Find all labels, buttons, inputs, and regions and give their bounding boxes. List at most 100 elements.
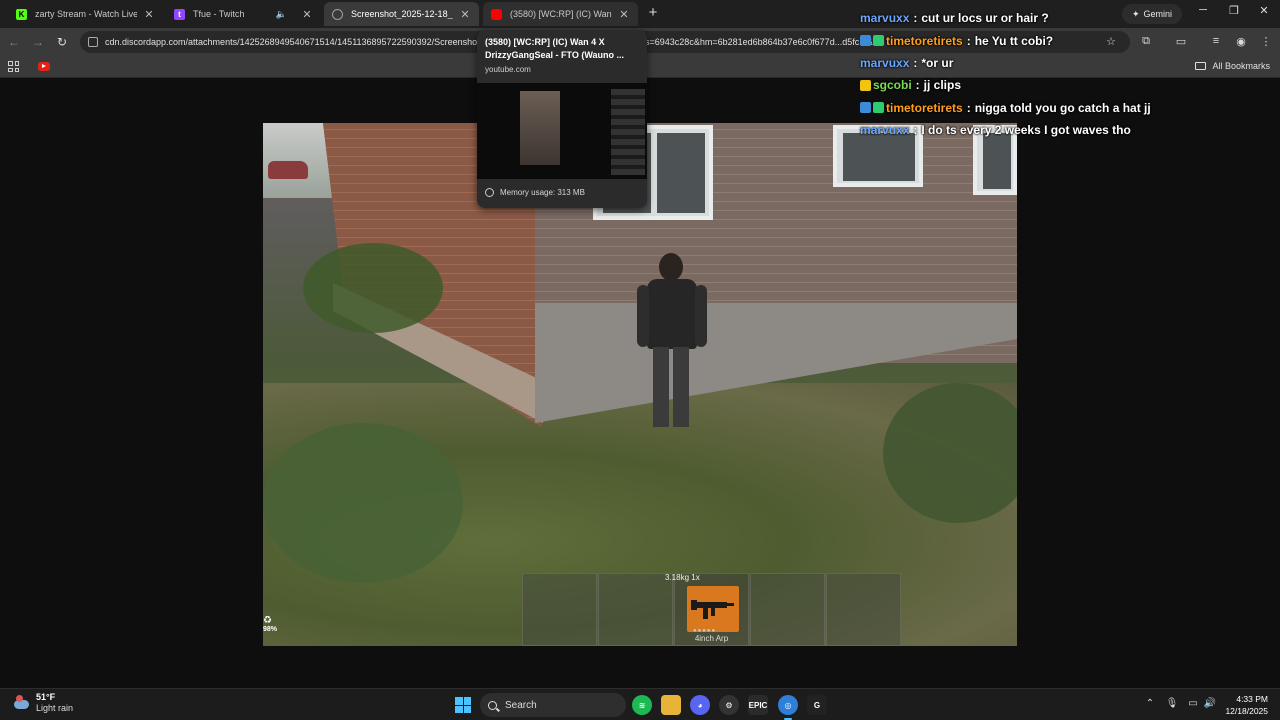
chat-message: marvuxx: *or ur bbox=[860, 52, 1260, 74]
search-label: Search bbox=[505, 699, 537, 711]
parked-car bbox=[268, 161, 308, 179]
chevron-up-icon[interactable]: ⌃ bbox=[1143, 698, 1157, 709]
inventory-slot[interactable] bbox=[750, 573, 825, 646]
chat-badge-icon bbox=[860, 102, 871, 114]
weather-temp: 51°F bbox=[36, 692, 56, 702]
microphone-icon[interactable]: 🎙 bbox=[1165, 698, 1179, 709]
memory-icon bbox=[485, 188, 494, 197]
tab-hover-card: (3580) [WC:RP] (IC) Wan 4 X DrizzyGangSe… bbox=[477, 30, 647, 208]
windows-start-icon[interactable] bbox=[455, 697, 471, 713]
hover-card-title: (3580) [WC:RP] (IC) Wan 4 X DrizzyGangSe… bbox=[485, 37, 625, 60]
site-info-icon[interactable] bbox=[88, 37, 98, 47]
volume-icon[interactable]: 🔊 bbox=[1203, 698, 1217, 709]
chat-text: I do ts every 2 weeks I got waves tho bbox=[921, 123, 1131, 138]
lungs-icon: ♻ bbox=[263, 615, 272, 626]
clock-time: 4:33 PM bbox=[1236, 694, 1268, 704]
weather-widget[interactable]: 51°F Light rain bbox=[12, 692, 73, 714]
youtube-icon bbox=[491, 8, 502, 20]
chat-separator: : bbox=[966, 100, 971, 115]
hover-card-domain: youtube.com bbox=[485, 65, 531, 74]
chat-text: cut ur locs ur or hair ? bbox=[921, 11, 1049, 26]
inventory-slot[interactable] bbox=[826, 573, 901, 646]
chrome-icon[interactable]: ◎ bbox=[778, 695, 798, 720]
inventory-hotbar: 3.18kg 1x ●●●●● 4inch Arp bbox=[522, 573, 902, 646]
taskbar-search[interactable]: Search bbox=[480, 693, 626, 717]
chat-message: timetoretirets: nigga told you go catch a… bbox=[860, 97, 1260, 119]
rain-cloud-icon bbox=[12, 695, 30, 711]
gear-app-icon[interactable]: G bbox=[807, 695, 827, 715]
youtube-bookmark-icon[interactable] bbox=[38, 62, 50, 71]
memory-usage: Memory usage: 313 MB bbox=[485, 188, 585, 197]
speaker-icon[interactable]: 🔈 bbox=[276, 9, 287, 20]
chat-message: marvuxx: I do ts every 2 weeks I got wave… bbox=[860, 119, 1260, 141]
close-tab-icon[interactable]: ✕ bbox=[459, 8, 471, 21]
tab-screenshot[interactable]: Screenshot_2025-12-18_022252 ✕ bbox=[324, 2, 479, 26]
chat-text: jj clips bbox=[923, 78, 962, 93]
chat-username[interactable]: marvuxx bbox=[860, 56, 909, 70]
chat-message: timetoretirets: he Yu tt cobi? bbox=[860, 29, 1260, 51]
tab-title: Tfue - Twitch bbox=[193, 9, 245, 19]
back-arrow-icon[interactable]: ← bbox=[6, 35, 22, 49]
chat-separator: : bbox=[913, 123, 918, 138]
network-icon[interactable]: ▭ bbox=[1186, 698, 1200, 709]
chat-separator: : bbox=[915, 78, 920, 93]
chat-separator: : bbox=[913, 11, 918, 26]
inventory-slot[interactable]: 3.18kg 1x ●●●●● 4inch Arp bbox=[665, 573, 749, 646]
weather-condition: Light rain bbox=[36, 703, 74, 713]
epic-games-icon[interactable]: EPIC bbox=[748, 695, 768, 715]
item-name: 4inch Arp bbox=[694, 634, 729, 643]
chat-badge-icon bbox=[860, 35, 871, 47]
forward-arrow-icon[interactable]: → bbox=[30, 35, 46, 49]
memory-usage-label: Memory usage: 313 MB bbox=[500, 188, 585, 197]
tab-title: Screenshot_2025-12-18_022252 bbox=[351, 9, 453, 19]
steam-icon[interactable]: ⚙ bbox=[719, 695, 739, 715]
inventory-slot[interactable] bbox=[522, 573, 597, 646]
taskbar-clock[interactable]: 4:33 PM 12/18/2025 bbox=[1225, 693, 1268, 717]
file-explorer-icon[interactable] bbox=[661, 695, 681, 715]
reload-icon[interactable]: ↻ bbox=[54, 35, 70, 49]
hud-status-indicator: ♻ 98% bbox=[263, 615, 277, 633]
tab-title: zarty Stream - Watch Live on Kick bbox=[35, 9, 137, 19]
clock-date: 12/18/2025 bbox=[1225, 706, 1268, 716]
menu-kebab-icon[interactable]: ⋮ bbox=[1258, 35, 1274, 48]
player-character bbox=[637, 253, 707, 433]
tab-title: (3580) [WC:RP] (IC) Wan 4 X DrizzyGangSe… bbox=[510, 9, 612, 19]
chat-text: nigga told you go catch a hat jj bbox=[974, 100, 1151, 115]
tab-youtube[interactable]: (3580) [WC:RP] (IC) Wan 4 X DrizzyGangSe… bbox=[483, 2, 638, 26]
chat-badge-icon bbox=[873, 102, 884, 114]
item-weight: 3.18kg 1x bbox=[665, 573, 700, 582]
hud-status-pct: 98% bbox=[263, 626, 278, 633]
chat-username[interactable]: timetoretirets bbox=[886, 101, 963, 115]
shrub bbox=[303, 243, 443, 333]
tab-twitch[interactable]: t Tfue - Twitch 🔈 ✕ bbox=[166, 2, 321, 26]
close-tab-icon[interactable]: ✕ bbox=[143, 8, 155, 21]
windows-taskbar: 51°F Light rain Search ≋ ◕ ⚙ EPIC ◎ G ⌃ … bbox=[0, 688, 1280, 720]
twitch-icon: t bbox=[174, 8, 185, 20]
inventory-slot[interactable] bbox=[598, 573, 673, 646]
chat-badge-icon bbox=[860, 79, 871, 91]
discord-icon[interactable]: ◕ bbox=[690, 695, 710, 715]
chat-username[interactable]: marvuxx bbox=[860, 11, 909, 25]
chat-badge-icon bbox=[873, 35, 884, 47]
chat-separator: : bbox=[913, 55, 918, 70]
kick-icon: K bbox=[16, 8, 27, 20]
chat-username[interactable]: marvuxx bbox=[860, 123, 909, 137]
spotify-icon[interactable]: ≋ bbox=[632, 695, 652, 715]
chat-message: sgcobi: jj clips bbox=[860, 74, 1260, 96]
stream-chat-overlay: marvuxx: cut ur locs ur or hair ? timetore… bbox=[860, 7, 1260, 141]
chat-username[interactable]: timetoretirets bbox=[886, 34, 963, 48]
chat-separator: : bbox=[966, 33, 971, 48]
globe-icon bbox=[332, 8, 343, 20]
apps-grid-icon[interactable] bbox=[8, 61, 19, 72]
chat-text: he Yu tt cobi? bbox=[974, 33, 1054, 48]
close-tab-icon[interactable]: ✕ bbox=[301, 8, 313, 21]
shrub bbox=[263, 423, 463, 583]
chat-message: marvuxx: cut ur locs ur or hair ? bbox=[860, 7, 1260, 29]
chat-text: *or ur bbox=[921, 55, 954, 70]
tab-kick[interactable]: K zarty Stream - Watch Live on Kick ✕ bbox=[8, 2, 163, 26]
chat-username[interactable]: sgcobi bbox=[873, 78, 912, 92]
search-icon bbox=[488, 700, 497, 710]
hover-card-preview bbox=[477, 83, 647, 179]
close-tab-icon[interactable]: ✕ bbox=[618, 8, 630, 21]
new-tab-button[interactable]: + bbox=[644, 4, 662, 22]
